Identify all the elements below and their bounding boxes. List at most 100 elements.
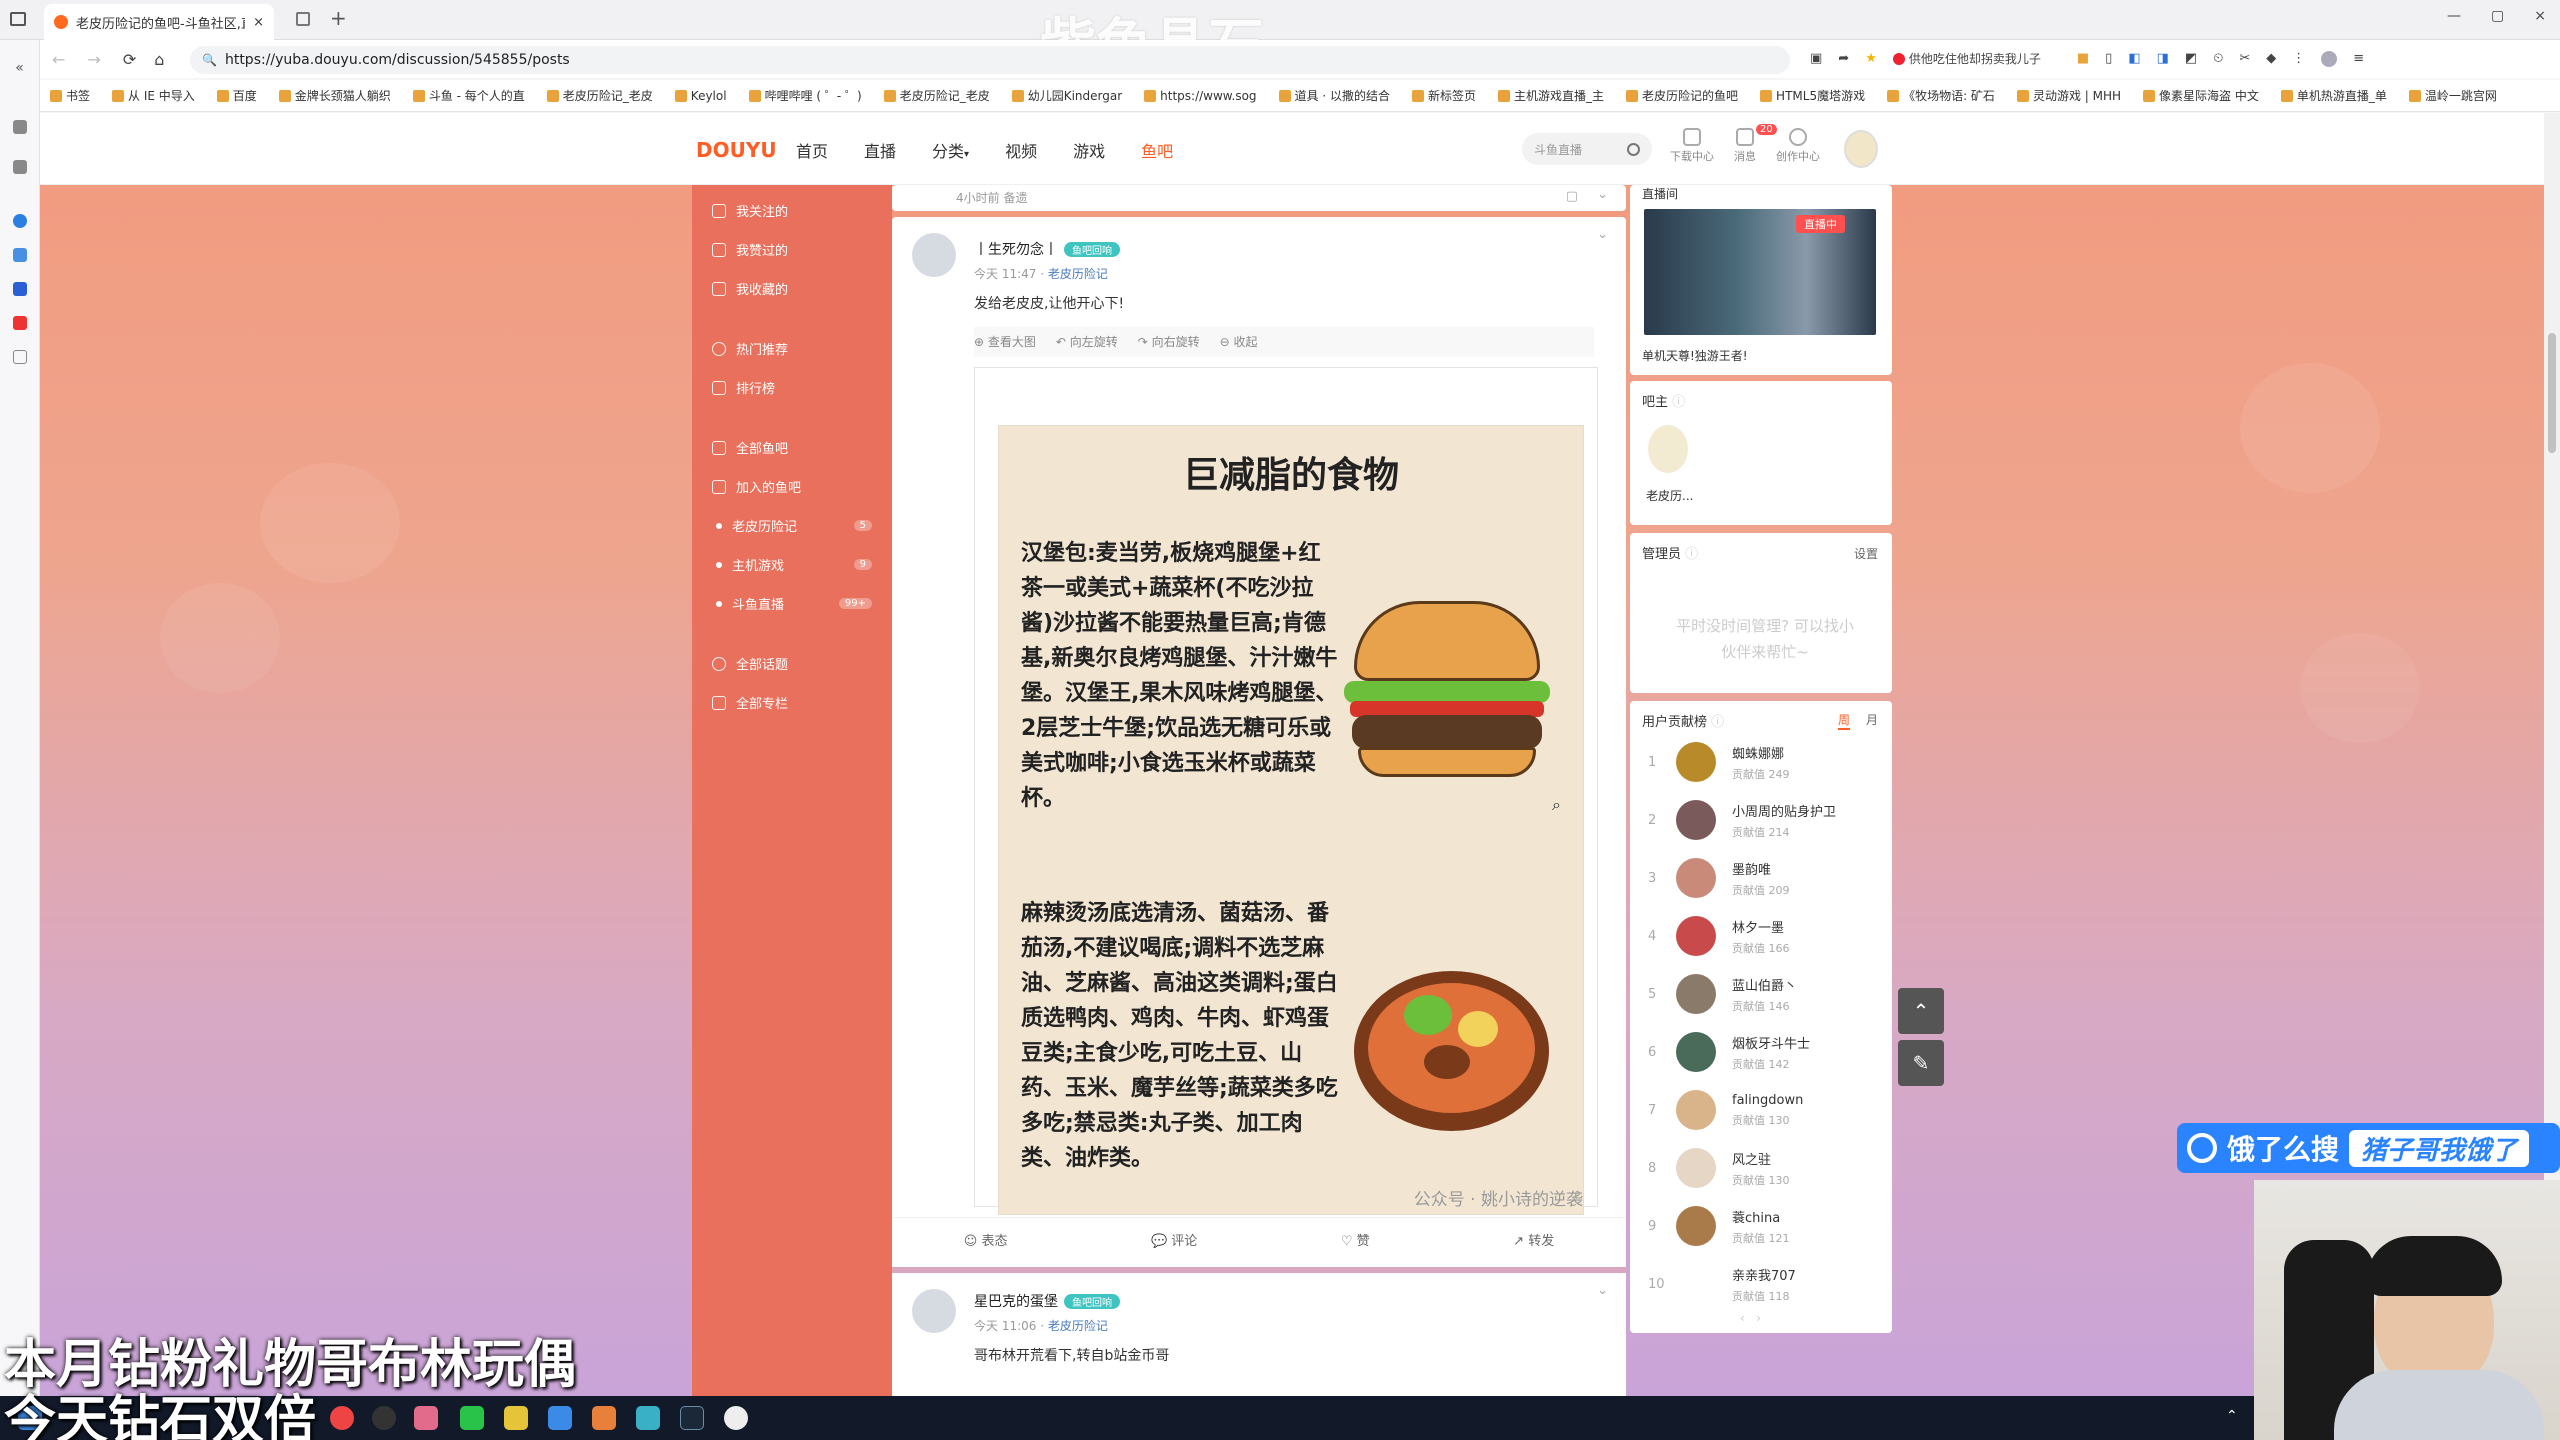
rank-username[interactable]: 小周周的贴身护卫 <box>1732 801 1836 820</box>
bookmark-item[interactable]: 老皮历险记_老皮 <box>546 87 653 104</box>
sidebar-item-topics[interactable]: 全部话题 <box>692 644 892 683</box>
avatar[interactable] <box>1676 1148 1716 1188</box>
tab-close-icon[interactable]: × <box>253 15 264 30</box>
sidebar-toggle-icon[interactable] <box>10 12 26 26</box>
bookmark-item[interactable]: 新标签页 <box>1412 87 1476 104</box>
sidebar-item-ranking[interactable]: 排行榜 <box>692 368 892 407</box>
bookmark-item[interactable]: 从 IE 中导入 <box>112 87 195 104</box>
zoom-in-icon[interactable]: ⌕ <box>1552 795 1561 815</box>
phone-icon[interactable]: ▯ <box>2105 51 2112 66</box>
baidu-icon[interactable] <box>12 282 27 296</box>
back-icon[interactable]: ← <box>52 50 65 69</box>
bookmark-item[interactable]: Keylol <box>674 89 727 103</box>
collapse-icon[interactable]: « <box>0 60 39 76</box>
forward-icon[interactable]: → <box>87 50 100 69</box>
nav-live[interactable]: 直播 <box>864 138 896 162</box>
owner-avatar[interactable] <box>1648 425 1688 473</box>
star-icon[interactable]: ★ <box>1865 51 1877 66</box>
address-bar[interactable]: 🔍 https://yuba.douyu.com/discussion/5458… <box>190 46 1790 74</box>
scrollbar-thumb[interactable] <box>2548 333 2556 453</box>
menu-icon[interactable]: ≡ <box>2353 51 2364 66</box>
post-author[interactable]: 星巴克的蛋堡 <box>974 1294 1058 1310</box>
extension-icon[interactable]: ◨ <box>2157 51 2169 66</box>
bookmark-item[interactable]: 老皮历险记的鱼吧 <box>1626 87 1738 104</box>
admin-settings-link[interactable]: 设置 <box>1854 545 1878 562</box>
nav-game[interactable]: 游戏 <box>1073 138 1105 162</box>
share-icon[interactable]: ➦ <box>1838 51 1849 66</box>
collapse-button[interactable]: ⊖ 收起 <box>1220 333 1258 350</box>
sidebar-item-joined[interactable]: 加入的鱼吧 <box>692 467 892 506</box>
rank-row[interactable]: 6 烟板牙斗牛士 贡献值 142 <box>1630 1023 1892 1081</box>
sidebar-item-console[interactable]: 主机游戏 9 <box>692 545 892 584</box>
post-author[interactable]: 丨生死勿念丨 <box>974 242 1058 258</box>
sidebar-item-columns[interactable]: 全部专栏 <box>692 683 892 722</box>
close-window-button[interactable]: × <box>2534 8 2546 24</box>
rank-row[interactable]: 2 小周周的贴身护卫 贡献值 214 <box>1630 791 1892 849</box>
nav-home[interactable]: 首页 <box>796 138 828 162</box>
rank-row[interactable]: 10 亲亲我707 贡献值 118 <box>1630 1255 1892 1313</box>
bookmark-item[interactable]: 幼儿园Kindergar <box>1011 87 1122 104</box>
history-icon[interactable]: ⏲ <box>2213 51 2223 66</box>
creator-center[interactable]: 创作中心 <box>1776 128 1820 164</box>
sidebar-item-laopi[interactable]: 老皮历险记 5 <box>692 506 892 545</box>
sidebar-item-all-yuba[interactable]: 全部鱼吧 <box>692 428 892 467</box>
tab-list-icon[interactable] <box>296 12 310 26</box>
avatar[interactable] <box>1676 1264 1716 1304</box>
rank-username[interactable]: 蓝山伯爵丶 <box>1732 975 1797 994</box>
download-center[interactable]: 下载中心 <box>1670 128 1714 164</box>
avatar[interactable] <box>912 1289 956 1333</box>
sidebar-item-hot[interactable]: 热门推荐 <box>692 329 892 368</box>
like-button[interactable]: ♡ 赞 <box>1341 1230 1370 1249</box>
chevron-down-icon[interactable]: ⌄ <box>1597 1283 1608 1298</box>
sogou-side-icon[interactable] <box>12 248 27 262</box>
capture-icon[interactable]: ◩ <box>2185 51 2197 66</box>
tab-week[interactable]: 周 <box>1837 711 1850 730</box>
bookmark-item[interactable]: 单机热游直播_单 <box>2280 87 2387 104</box>
qq-icon[interactable] <box>12 214 27 228</box>
app-icon[interactable] <box>724 1406 748 1430</box>
tab-month[interactable]: 月 <box>1866 711 1878 730</box>
reload-icon[interactable]: ⟳ <box>123 50 136 69</box>
chevron-down-icon[interactable]: ⌄ <box>1597 227 1608 242</box>
rank-row[interactable]: 1 蜘蛛娜娜 贡献值 249 <box>1630 733 1892 791</box>
minimize-button[interactable]: — <box>2447 8 2461 24</box>
rank-row[interactable]: 8 风之驻 贡献值 130 <box>1630 1139 1892 1197</box>
comment-button[interactable]: 💬 评论 <box>1151 1230 1197 1249</box>
bookmark-item[interactable]: https://www.sog <box>1144 89 1257 103</box>
avatar[interactable] <box>1676 1206 1716 1246</box>
avatar[interactable] <box>1676 1032 1716 1072</box>
bookmark-item[interactable]: 百度 <box>216 87 257 104</box>
weibo-icon[interactable] <box>12 316 27 330</box>
nav-category[interactable]: 分类▾ <box>932 138 969 162</box>
post-image[interactable]: 巨减脂的食物 汉堡包:麦当劳,板烧鸡腿堡+红茶一或美式+蔬菜杯(不吃沙拉酱)沙拉… <box>998 425 1584 1215</box>
chevron-down-icon[interactable]: ⌄ <box>1597 187 1608 202</box>
rank-row[interactable]: 5 蓝山伯爵丶 贡献值 146 <box>1630 965 1892 1023</box>
bookmark-item[interactable]: 像素星际海盗 中文 <box>2143 87 2259 104</box>
browser-taskbar-icon[interactable] <box>548 1406 572 1430</box>
info-icon[interactable]: ⓘ <box>1711 715 1724 730</box>
bookmark-item[interactable]: HTML5魔塔游戏 <box>1760 87 1865 104</box>
rank-row[interactable]: 7 falingdown 贡献值 130 <box>1630 1081 1892 1139</box>
tray-chevron-icon[interactable]: ⌃ <box>2226 1408 2238 1424</box>
rank-row[interactable]: 9 蓑china 贡献值 121 <box>1630 1197 1892 1255</box>
bookmark-icon[interactable]: ▢ <box>1566 189 1578 204</box>
rank-username[interactable]: 蓑china <box>1732 1207 1790 1226</box>
steam-icon[interactable] <box>680 1406 704 1430</box>
sidebar-item-douyu-live[interactable]: 斗鱼直播 99+ <box>692 584 892 623</box>
post-group-link[interactable]: 老皮历险记 <box>1048 1319 1108 1333</box>
app-icon[interactable] <box>414 1406 438 1430</box>
bookmark-item[interactable]: 主机游戏直播_主 <box>1498 87 1604 104</box>
rank-row[interactable]: 4 林夕一墨 贡献值 166 <box>1630 907 1892 965</box>
folder-side-icon[interactable] <box>12 160 27 174</box>
extension-search[interactable]: 供他吃住他却拐卖我儿子 <box>1892 50 2041 67</box>
rank-username[interactable]: 墨韵唯 <box>1732 859 1790 878</box>
app-icon[interactable] <box>592 1406 616 1430</box>
info-icon[interactable]: ⓘ <box>1685 547 1698 562</box>
back-to-top-button[interactable]: ⌃ <box>1898 988 1944 1034</box>
nav-yuba[interactable]: 鱼吧 <box>1141 138 1173 162</box>
messages[interactable]: 20 消息 <box>1734 124 1777 164</box>
search-icon[interactable] <box>1627 142 1640 156</box>
bookmark-item[interactable]: 温岭一跳宫网 <box>2408 87 2497 104</box>
rotate-right-button[interactable]: ↷ 向右旋转 <box>1138 333 1200 350</box>
share-button[interactable]: ↗ 转发 <box>1513 1230 1554 1249</box>
